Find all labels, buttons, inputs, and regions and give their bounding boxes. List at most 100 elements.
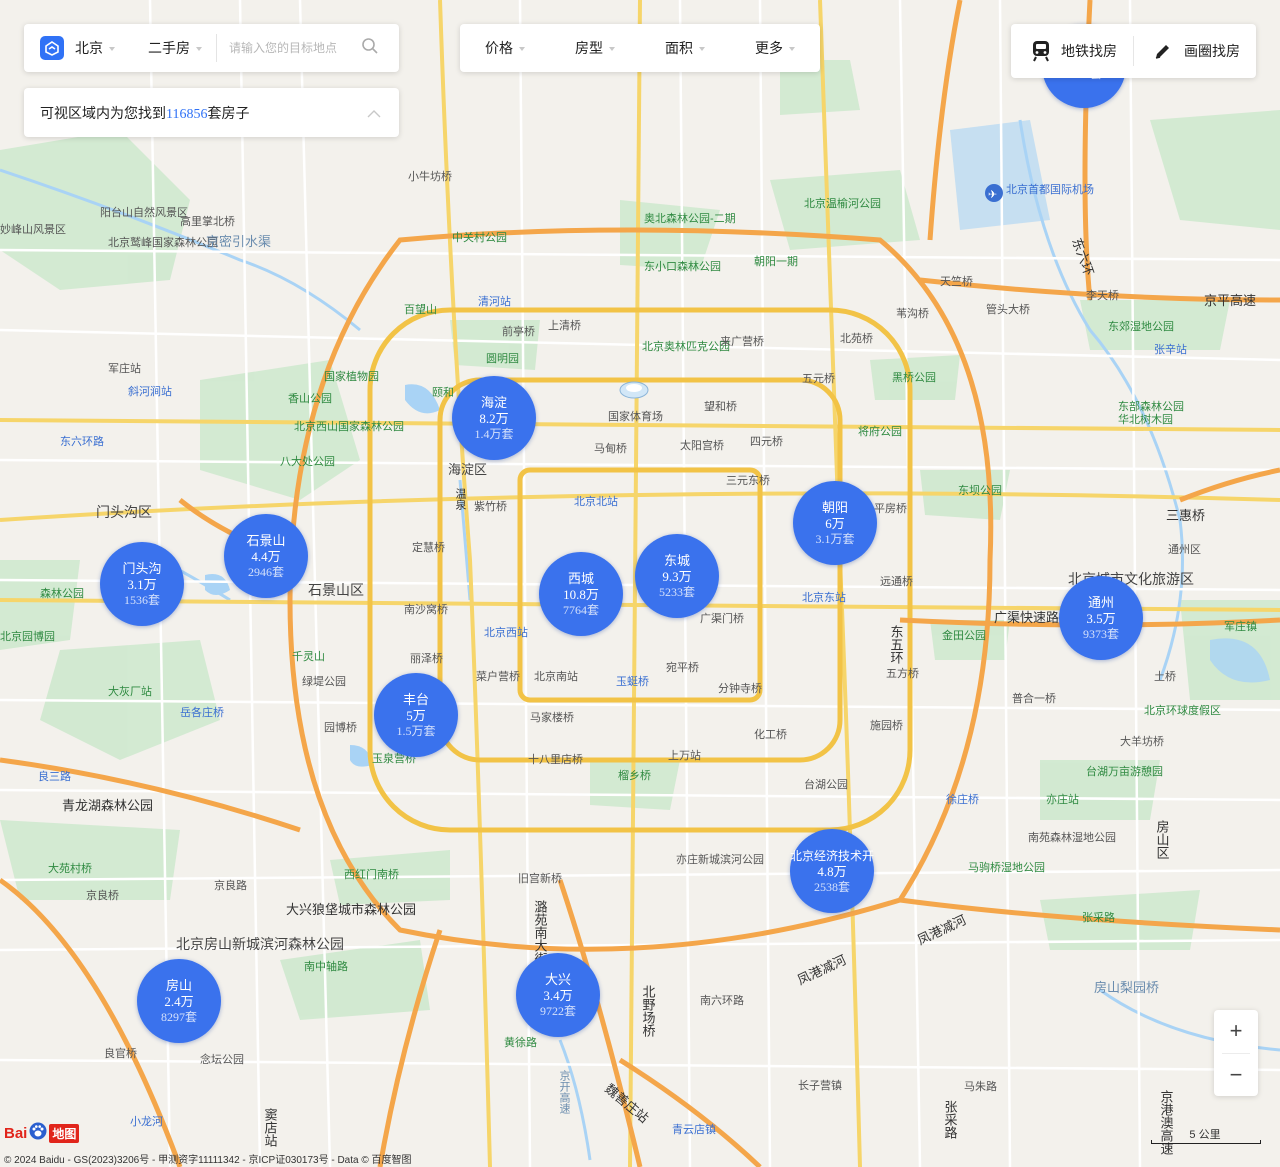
place-label: 平房桥 (874, 502, 907, 515)
svg-text:✈: ✈ (988, 188, 997, 201)
cluster-name: 房山 (165, 977, 192, 993)
filter-layout[interactable]: 房型 (550, 38, 640, 58)
place-label: 黑桥公园 (892, 371, 936, 384)
place-label: 南六环路 (700, 994, 744, 1007)
tool-bar: 地铁找房 画圈找房 (1011, 24, 1256, 78)
place-label: 马家楼桥 (530, 710, 574, 724)
divider (216, 34, 217, 62)
place-label: 太阳宫桥 (680, 438, 724, 452)
place-label: 上万站 (668, 748, 701, 762)
cluster-count: 8297套 (160, 1009, 197, 1024)
chevron-down-icon (789, 47, 795, 51)
filter-price[interactable]: 价格 (460, 38, 550, 58)
chevron-up-icon[interactable] (367, 105, 381, 121)
scale-bar (1151, 1140, 1261, 1144)
cluster-price: 4.4万 (251, 548, 281, 564)
cluster-dongcheng[interactable]: 东城 9.3万 5233套 (635, 534, 719, 618)
filter-area[interactable]: 面积 (640, 38, 730, 58)
cluster-count: 1.4万套 (474, 426, 514, 441)
cluster-tongzhou[interactable]: 通州 3.5万 9373套 (1059, 576, 1143, 660)
search-input[interactable] (227, 40, 349, 56)
airport-icon: ✈ (985, 184, 1003, 202)
place-label: 小牛坊桥 (408, 169, 452, 183)
cluster-name: 丰台 (402, 691, 429, 707)
map-scale: 5 公里 (1150, 1124, 1261, 1146)
cluster-yizhuang[interactable]: 北京经济技术开 4.8万 2538套 (790, 829, 874, 913)
cluster-name: 石景山 (246, 532, 286, 548)
place-label: 四元桥 (750, 435, 783, 448)
place-label: 丽泽桥 (410, 652, 443, 665)
place-label: 土桥 (1154, 670, 1176, 683)
place-label: 华北树木园 (1118, 412, 1173, 426)
draw-search-label: 画圈找房 (1184, 43, 1240, 59)
cluster-name: 北京经济技术开 (790, 848, 874, 863)
place-label: 阳台山自然风景区 (100, 205, 188, 219)
city-selector[interactable]: 北京 (75, 38, 115, 58)
subway-icon (1031, 40, 1051, 62)
pencil-icon (1154, 42, 1172, 60)
search-bar: 北京 二手房 (24, 24, 399, 72)
place-label: 上清桥 (548, 319, 581, 332)
cluster-price: 3.5万 (1086, 610, 1116, 626)
cluster-mentougou[interactable]: 门头沟 3.1万 1536套 (100, 542, 184, 626)
place-label: 门头沟区 (96, 504, 152, 520)
road-label: 房山区 (1155, 819, 1170, 859)
cluster-fengtai[interactable]: 丰台 5万 1.5万套 (374, 673, 458, 757)
cluster-daxing[interactable]: 大兴 3.4万 9722套 (516, 953, 600, 1037)
house-type-selector[interactable]: 二手房 (148, 38, 202, 58)
place-label: 东小口森林公园 (644, 259, 721, 273)
road-label: 北野场桥 (641, 985, 656, 1038)
place-label: 北京环球度假区 (1144, 703, 1221, 717)
place-label: 西红门南桥 (344, 867, 399, 881)
place-label: 长子营镇 (798, 1078, 842, 1092)
search-icon[interactable] (361, 37, 379, 60)
result-prefix: 可视区域内为您找到 (40, 104, 166, 121)
place-label: 百望山 (404, 303, 437, 316)
city-label: 北京 (75, 40, 103, 56)
place-label: 北苑桥 (840, 332, 873, 345)
filter-more[interactable]: 更多 (730, 38, 820, 58)
result-suffix: 套房子 (207, 104, 250, 121)
cluster-xicheng[interactable]: 西城 10.8万 7764套 (539, 552, 623, 636)
zoom-in-button[interactable]: + (1214, 1010, 1258, 1053)
cluster-shijingshan[interactable]: 石景山 4.4万 2946套 (224, 514, 308, 598)
place-label: 海淀区 (448, 462, 487, 477)
place-label: 大苑村桥 (48, 861, 92, 875)
cluster-fangshan[interactable]: 房山 2.4万 8297套 (137, 959, 221, 1043)
place-label: 榴乡桥 (618, 768, 651, 782)
place-label: 绿堤公园 (302, 674, 346, 688)
place-label: 小龙河 (130, 1115, 163, 1128)
place-label: 东部森林公园 (1118, 399, 1184, 413)
place-label: 施园桥 (870, 719, 903, 732)
place-label: 大兴狼垡城市森林公园 (286, 902, 416, 917)
place-label: 斜河涧站 (128, 384, 172, 398)
place-label: 石景山区 (308, 582, 364, 598)
place-label: 马朱路 (964, 1080, 997, 1093)
home-logo-icon[interactable] (40, 36, 64, 60)
filter-label: 更多 (755, 40, 783, 56)
place-label: 金田公园 (942, 628, 986, 642)
place-label: 房山梨园桥 (1094, 980, 1159, 995)
copyright-text: © 2024 Baidu - GS(2023)3206号 - 甲测资字11111… (4, 1155, 412, 1166)
cluster-name: 西城 (567, 570, 594, 586)
place-label: 望和桥 (704, 400, 737, 413)
place-label: 三惠桥 (1166, 508, 1205, 523)
filter-bar: 价格 房型 面积 更多 (460, 24, 820, 72)
subway-search-button[interactable]: 地铁找房 (1011, 24, 1133, 78)
cluster-price: 3.4万 (543, 987, 573, 1003)
place-label: 黄徐路 (504, 1035, 537, 1049)
draw-search-button[interactable]: 画圈找房 (1134, 24, 1256, 78)
road-label: 东五环 (889, 625, 904, 664)
logo-tag: 地图 (49, 1123, 80, 1143)
place-label: 朝阳一期 (754, 255, 798, 268)
cluster-haidian[interactable]: 海淀 8.2万 1.4万套 (452, 376, 536, 460)
place-label: 广渠门桥 (700, 611, 744, 625)
cluster-name: 通州 (1087, 594, 1114, 610)
place-label: 十八里店桥 (528, 752, 583, 766)
zoom-out-button[interactable]: − (1214, 1054, 1258, 1097)
place-label: 宛平桥 (666, 660, 699, 674)
cluster-chaoyang[interactable]: 朝阳 6万 3.1万套 (793, 481, 877, 565)
place-label: 五方桥 (886, 666, 919, 680)
cluster-name: 门头沟 (122, 560, 162, 576)
place-label: 张采路 (1082, 911, 1115, 924)
